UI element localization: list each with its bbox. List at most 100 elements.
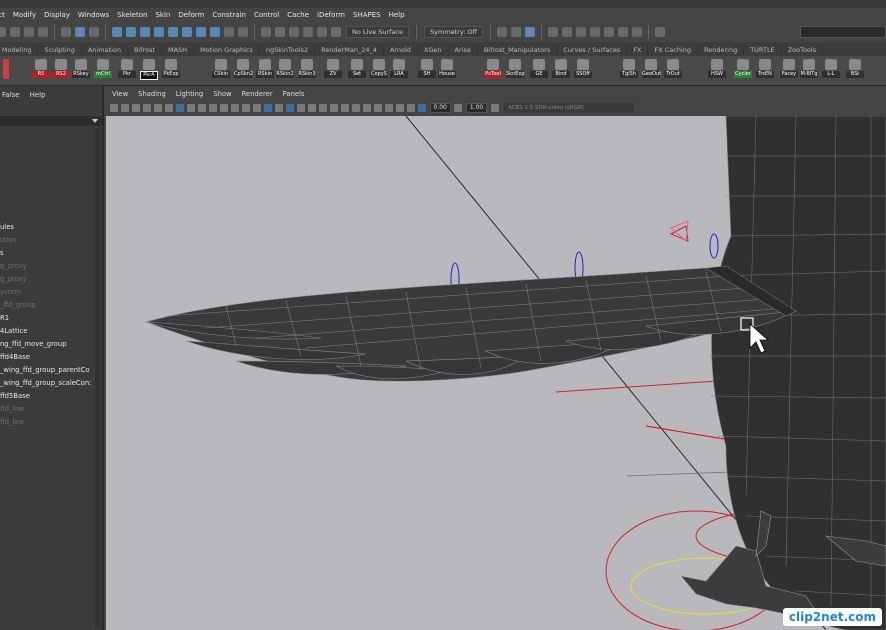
shelf-button-pxtool[interactable]: PxTool — [484, 59, 502, 83]
outliner-item[interactable]: g_proxy — [0, 260, 94, 273]
render-frame-icon[interactable] — [548, 27, 559, 37]
shelf-button-rskin2[interactable]: RSkin2 — [276, 59, 294, 83]
outliner-item[interactable]: ction — [0, 234, 94, 247]
shelf-button-lra[interactable]: LRA — [390, 59, 408, 83]
highlight-selection-icon[interactable] — [238, 27, 248, 37]
select-by-curve-icon[interactable] — [140, 27, 150, 37]
lights-icon[interactable] — [308, 104, 316, 112]
snap-curve-icon[interactable] — [275, 27, 285, 37]
menu-item-windows[interactable]: Windows — [78, 11, 109, 19]
exposure-icon[interactable] — [418, 104, 426, 112]
camera-select-icon[interactable] — [110, 104, 118, 112]
viewport-menu-lighting[interactable]: Lighting — [176, 90, 203, 98]
shelf-button-l-l[interactable]: L-L — [822, 59, 840, 83]
select-by-misc-icon[interactable] — [210, 27, 220, 37]
shelf-tab-rendering[interactable]: Rendering — [698, 44, 745, 56]
symmetry-dropdown[interactable]: Symmetry: Off — [424, 26, 484, 38]
shelf-tab-curves-surfaces[interactable]: Curves / Surfaces — [557, 44, 628, 56]
shelf-tab-bifrost-manipulators[interactable]: Bifrost_Manipulators — [478, 44, 558, 56]
snap-live-icon[interactable] — [317, 27, 327, 37]
sidebar-toggle-icon[interactable] — [655, 27, 666, 37]
shelf-tab-mash[interactable]: MASH — [162, 44, 195, 56]
gamma-icon[interactable] — [454, 104, 463, 112]
outliner-item[interactable]: s — [0, 247, 94, 260]
menu-item-help[interactable]: Help — [389, 11, 405, 19]
shelf-button-trout[interactable]: TrOut — [664, 59, 682, 83]
shelf-button-trsen[interactable]: TrsEN — [756, 59, 774, 83]
outliner-menu-false[interactable]: False — [2, 91, 20, 99]
outliner-item[interactable]: ffd_low — [0, 403, 94, 416]
owl-wing-mesh[interactable] — [145, 265, 797, 382]
outliner-item[interactable]: ng_ffd_move_group — [0, 338, 94, 351]
xray-joints-icon[interactable] — [396, 104, 404, 112]
2d-pan-zoom-icon[interactable] — [154, 104, 162, 112]
grease-pencil-icon[interactable] — [165, 104, 173, 112]
safe-action-icon[interactable] — [231, 104, 239, 112]
shelf-button-rskin3[interactable]: RSkin3 — [298, 59, 316, 83]
shelf-tab-fx[interactable]: FX — [627, 44, 649, 56]
shelf-tab-ngskintools2[interactable]: ngSkinTools2 — [260, 44, 316, 56]
shelf-button-m-bitg[interactable]: M-BITg — [800, 59, 818, 83]
viewport-menu-panels[interactable]: Panels — [283, 90, 305, 98]
shelf-button-house[interactable]: House — [438, 59, 456, 83]
render-view-icon[interactable] — [525, 27, 536, 37]
shadows-icon[interactable] — [319, 104, 327, 112]
grid-toggle-icon[interactable] — [176, 104, 184, 112]
shelf-button-cycler[interactable]: Cycler — [734, 59, 752, 83]
shelf-button-cpskn2[interactable]: CpSkn2 — [234, 59, 253, 83]
wireframe-on-shaded-icon[interactable] — [286, 104, 294, 112]
menu-item-modify[interactable]: Modify — [13, 11, 36, 19]
outliner-item[interactable]: _ffd_group — [0, 299, 94, 312]
shelf-tab-zootools[interactable]: ZooTools — [782, 44, 824, 56]
default-material-icon[interactable] — [275, 104, 283, 112]
outliner-item[interactable]: 4Lattice — [0, 325, 94, 338]
redo-icon[interactable] — [38, 27, 48, 37]
outliner-filter-field[interactable] — [0, 116, 102, 126]
select-by-joint-icon[interactable] — [126, 27, 136, 37]
light-editor-icon[interactable] — [604, 27, 615, 37]
color-management-icon[interactable] — [490, 104, 499, 112]
shelf-button-ge[interactable]: GE — [530, 59, 548, 83]
shelf-button-rs2[interactable]: RS2 — [52, 59, 70, 83]
gate-mask-icon[interactable] — [209, 104, 217, 112]
shelf-button-hsw[interactable]: HSW — [708, 59, 726, 83]
outliner-item[interactable]: ystem — [0, 286, 94, 299]
menu-item-skin[interactable]: Skin — [155, 11, 170, 19]
shelf-button-pkexp[interactable]: PkExp — [162, 59, 180, 83]
film-gate-icon[interactable] — [187, 104, 195, 112]
select-by-dynamic-icon[interactable] — [182, 27, 192, 37]
shelf-button-pkr[interactable]: Pkr — [118, 59, 136, 83]
bookmark-icon[interactable] — [132, 104, 140, 112]
outliner-item[interactable]: _wing_ffd_group_parentCo — [0, 364, 94, 377]
viewport-menu-show[interactable]: Show — [213, 90, 231, 98]
gamma-field[interactable]: 1.00 — [465, 103, 488, 113]
anti-aliasing-icon[interactable] — [352, 104, 360, 112]
shelf-tab-bifrost[interactable]: Bifrost — [128, 44, 162, 56]
snap-surface-icon[interactable] — [331, 27, 341, 37]
shelf-button-bind[interactable]: Bind — [552, 59, 570, 83]
camera-attributes-icon[interactable] — [121, 104, 129, 112]
textured-icon[interactable] — [297, 104, 305, 112]
select-by-surface-icon[interactable] — [154, 27, 164, 37]
select-object-icon[interactable] — [75, 27, 85, 37]
shelf-tab-renderman-24-4[interactable]: RenderMan_24_4 — [315, 44, 384, 56]
xray-icon[interactable] — [385, 104, 393, 112]
shelf-button-sh[interactable]: SH — [418, 59, 436, 83]
hypershade-icon[interactable] — [590, 27, 601, 37]
snap-grid-icon[interactable] — [261, 27, 271, 37]
viewport-menu-renderer[interactable]: Renderer — [242, 90, 273, 98]
select-component-icon[interactable] — [89, 27, 99, 37]
render-settings-icon[interactable] — [576, 27, 587, 37]
field-chart-icon[interactable] — [220, 104, 228, 112]
open-scene-icon[interactable] — [10, 27, 20, 37]
menu-item-ideform[interactable]: iDeform — [317, 11, 345, 19]
undo-icon[interactable] — [24, 27, 34, 37]
shelf-tab-animation[interactable]: Animation — [82, 44, 128, 56]
menu-item-shapes[interactable]: SHAPES — [353, 11, 381, 19]
exposure-field[interactable]: 0.00 — [429, 103, 451, 113]
shelf-button-facey[interactable]: Facey — [780, 59, 798, 83]
chevron-down-icon[interactable] — [92, 119, 98, 123]
pause-viewport-icon[interactable] — [632, 27, 643, 37]
outliner-item[interactable]: ffd4Base — [0, 351, 94, 364]
modeling-toolkit-icon[interactable] — [618, 27, 629, 37]
